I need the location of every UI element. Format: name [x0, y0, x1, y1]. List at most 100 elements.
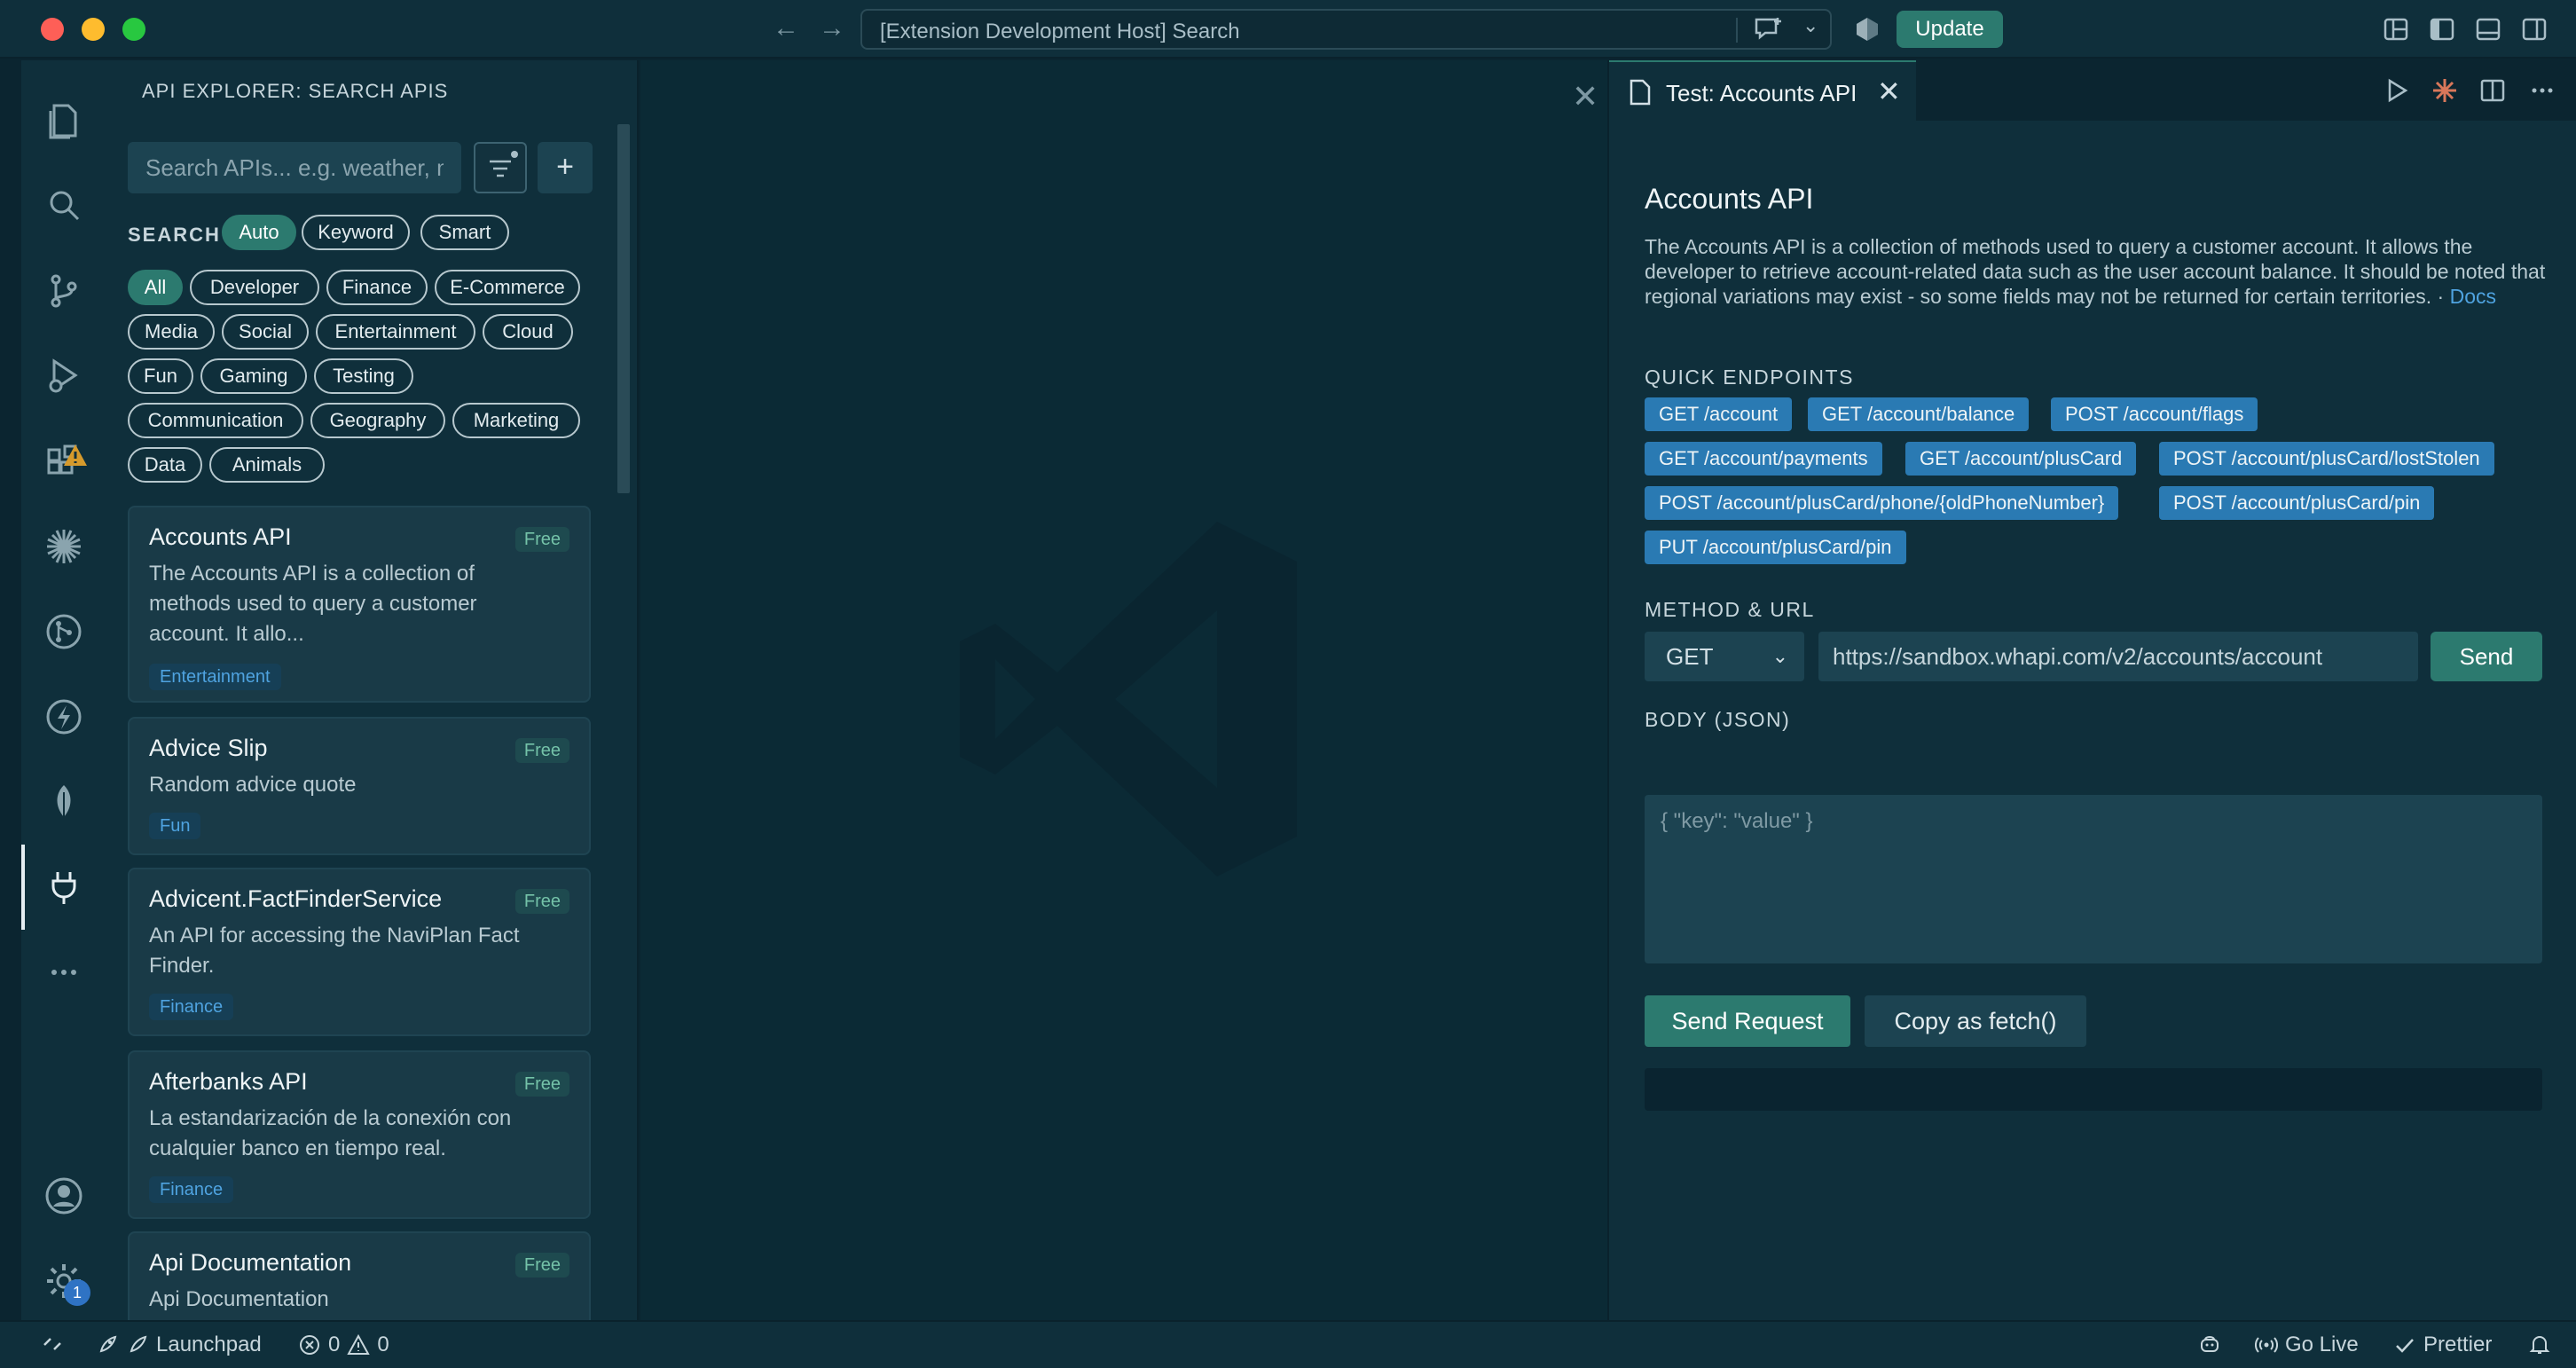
forward-arrow-icon[interactable]: → [816, 12, 848, 44]
category-chip-cloud[interactable]: Cloud [483, 314, 573, 350]
copilot-status-item[interactable] [2198, 1333, 2221, 1356]
toggle-secondary-sidebar-icon[interactable] [2521, 16, 2548, 43]
check-icon [2396, 1339, 2414, 1353]
category-chip-ecommerce[interactable]: E-Commerce [435, 270, 580, 305]
run-icon[interactable] [2383, 76, 2411, 105]
maximize-window-button[interactable] [122, 18, 145, 41]
endpoint-chip[interactable]: POST /account/plusCard/phone/{oldPhoneNu… [1645, 486, 2119, 520]
api-result-card[interactable]: Afterbanks API Free La estandarización d… [128, 1050, 591, 1219]
close-window-button[interactable] [41, 18, 64, 41]
tab-close-icon[interactable]: ✕ [1877, 75, 1901, 108]
settings-gear-icon[interactable] [21, 1238, 106, 1324]
api-card-title: Accounts API [149, 523, 292, 550]
sidebar-scrollbar[interactable] [617, 124, 630, 493]
api-card-title: Advicent.FactFinderService [149, 885, 443, 912]
api-search-input[interactable] [128, 142, 461, 193]
back-arrow-icon[interactable]: ← [770, 12, 802, 44]
endpoint-chip[interactable]: GET /account/payments [1645, 442, 1882, 476]
prettier-item[interactable]: Prettier [2393, 1333, 2492, 1357]
explorer-files-icon[interactable] [21, 78, 106, 163]
mode-chip-keyword[interactable]: Keyword [302, 215, 410, 250]
prettier-label: Prettier [2423, 1333, 2493, 1356]
toggle-panel-icon[interactable] [2475, 16, 2501, 43]
search-mode-label: SEARCH [128, 224, 221, 246]
body-json-textarea[interactable]: { "key": "value" } [1645, 795, 2542, 963]
split-editor-icon[interactable] [2478, 76, 2507, 105]
customize-layout-icon[interactable] [2383, 16, 2409, 43]
filter-icon [490, 151, 518, 177]
copy-as-fetch-button[interactable]: Copy as fetch() [1865, 995, 2086, 1047]
category-chip-social[interactable]: Social [222, 314, 309, 350]
sidebar-title: API EXPLORER: SEARCH APIS [142, 80, 449, 102]
mode-chip-auto[interactable]: Auto [222, 215, 296, 250]
endpoint-chip[interactable]: POST /account/flags [2051, 397, 2258, 431]
url-input[interactable]: https://sandbox.whapi.com/v2/accounts/ac… [1818, 632, 2418, 681]
filter-button[interactable] [474, 142, 527, 193]
api-result-card[interactable]: Advice Slip Free Random advice quote Fun [128, 717, 591, 855]
api-result-card[interactable]: Advicent.FactFinderService Free An API f… [128, 868, 591, 1036]
mode-chip-smart[interactable]: Smart [420, 215, 509, 250]
rocket-outline-icon [130, 1335, 147, 1353]
run-debug-icon[interactable] [21, 334, 106, 419]
notifications-item[interactable] [2528, 1333, 2551, 1356]
endpoint-chip[interactable]: PUT /account/plusCard/pin [1645, 531, 1906, 564]
endpoint-chip[interactable]: GET /account/plusCard [1905, 442, 2137, 476]
category-chip-testing[interactable]: Testing [314, 358, 413, 394]
tab-test-accounts-api[interactable]: Test: Accounts API ✕ [1609, 60, 1916, 121]
endpoint-chip[interactable]: POST /account/plusCard/pin [2159, 486, 2435, 520]
problems-item[interactable]: 0 0 [298, 1333, 389, 1357]
category-chip-entertainment[interactable]: Entertainment [316, 314, 475, 350]
claude-starburst-icon[interactable] [2431, 76, 2459, 105]
category-chip-marketing[interactable]: Marketing [452, 403, 580, 438]
send-button[interactable]: Send [2431, 632, 2542, 681]
category-chip-finance[interactable]: Finance [326, 270, 428, 305]
launchpad-item[interactable]: Launchpad [96, 1333, 262, 1357]
category-chip-animals[interactable]: Animals [209, 447, 325, 483]
update-button[interactable]: Update [1897, 11, 2003, 48]
category-chip-gaming[interactable]: Gaming [200, 358, 307, 394]
command-center[interactable]: [Extension Development Host] Search ⌄ [860, 9, 1832, 50]
toggle-primary-sidebar-icon[interactable] [2429, 16, 2455, 43]
git-graph-icon[interactable] [21, 589, 106, 674]
response-output [1645, 1068, 2542, 1111]
more-icon[interactable] [21, 930, 106, 1015]
category-chip-all[interactable]: All [128, 270, 183, 305]
add-api-button[interactable]: + [538, 142, 593, 193]
category-chip-media[interactable]: Media [128, 314, 215, 350]
source-control-icon[interactable] [21, 248, 106, 334]
endpoint-chip[interactable]: GET /account/balance [1808, 397, 2030, 431]
docs-link[interactable]: Docs [2450, 285, 2496, 308]
account-icon[interactable] [21, 1153, 106, 1238]
chat-icon[interactable] [1753, 16, 1783, 43]
http-method-select[interactable]: GET ⌄ [1645, 632, 1804, 681]
api-description-text: The Accounts API is a collection of meth… [1645, 235, 2546, 308]
chevron-down-icon[interactable]: ⌄ [1802, 14, 1818, 37]
copilot-icon[interactable] [1854, 16, 1881, 43]
search-icon[interactable] [21, 163, 106, 248]
endpoint-chip[interactable]: GET /account [1645, 397, 1793, 431]
api-description: The Accounts API is a collection of meth… [1645, 234, 2549, 309]
remote-indicator[interactable] [41, 1333, 64, 1356]
close-group-icon[interactable]: ✕ [1572, 78, 1598, 115]
category-chip-developer[interactable]: Developer [190, 270, 319, 305]
star-burst-icon[interactable] [21, 504, 106, 589]
activity-bar: 1 [0, 60, 106, 1320]
category-chip-geography[interactable]: Geography [310, 403, 445, 438]
lightning-icon[interactable] [21, 674, 106, 759]
more-actions-icon[interactable] [2528, 76, 2556, 105]
category-chip-data[interactable]: Data [128, 447, 202, 483]
command-center-text: [Extension Development Host] Search [880, 20, 1240, 43]
api-explorer-plug-icon[interactable] [21, 845, 106, 930]
http-method-value: GET [1666, 643, 1714, 670]
leaf-icon[interactable] [21, 759, 106, 845]
api-result-card[interactable]: Accounts API Free The Accounts API is a … [128, 506, 591, 703]
api-result-card[interactable]: Api Documentation Free Api Documentation [128, 1231, 591, 1320]
send-request-button[interactable]: Send Request [1645, 995, 1850, 1047]
go-live-item[interactable]: Go Live [2255, 1333, 2359, 1357]
go-live-label: Go Live [2285, 1333, 2359, 1356]
minimize-window-button[interactable] [82, 18, 105, 41]
category-chip-fun[interactable]: Fun [128, 358, 193, 394]
api-card-description: La estandarización de la conexión con cu… [149, 1106, 512, 1160]
category-chip-communication[interactable]: Communication [128, 403, 303, 438]
endpoint-chip[interactable]: POST /account/plusCard/lostStolen [2159, 442, 2494, 476]
